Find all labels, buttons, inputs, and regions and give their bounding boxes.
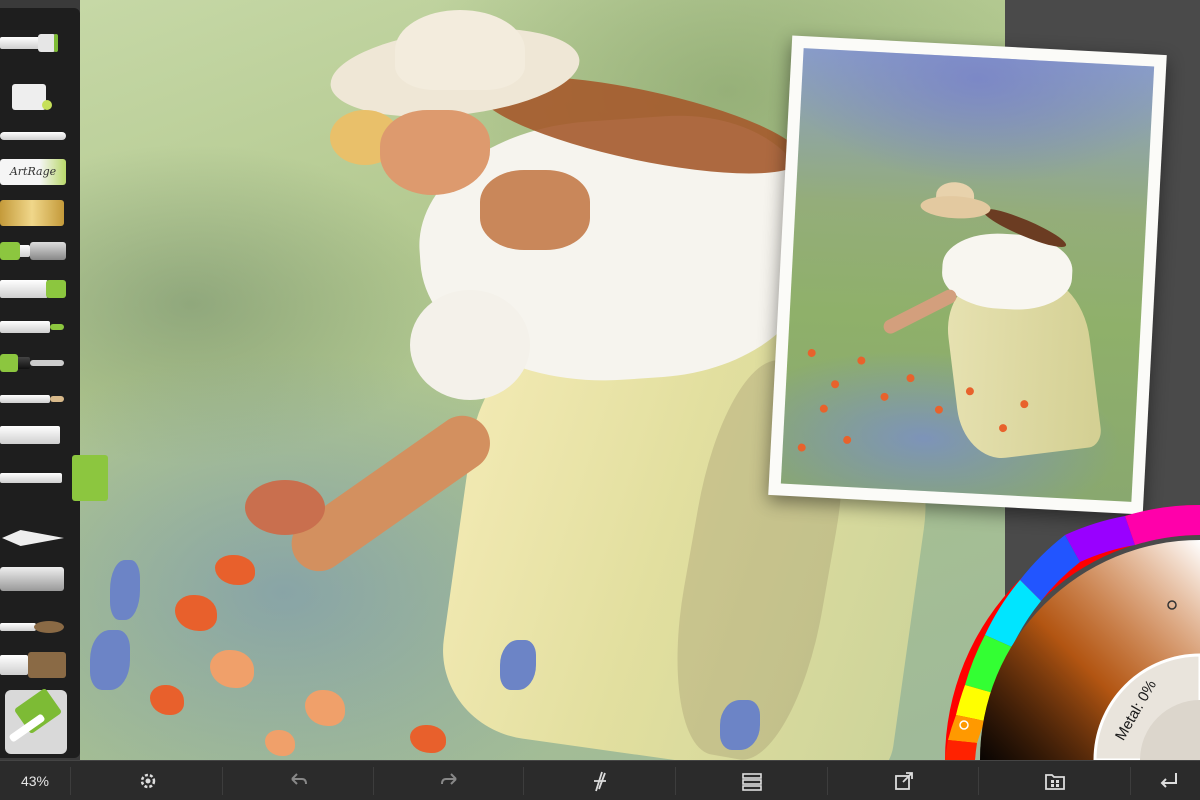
ink-pen-tool-icon[interactable] [0, 348, 72, 378]
flat-brush-tool-icon[interactable] [0, 650, 72, 680]
spray-gun-tool-icon[interactable] [0, 564, 72, 594]
zoom-level[interactable]: 43% [0, 773, 70, 789]
artrage-logo[interactable]: ArtRage [0, 155, 72, 185]
palette-knife-tool-icon[interactable] [0, 121, 72, 151]
reference-photo-content [780, 48, 1155, 502]
pencil-tool-icon[interactable] [0, 384, 72, 414]
gallery-icon[interactable] [1025, 761, 1085, 800]
current-color-swatch[interactable] [5, 687, 67, 754]
tool-settings-icon[interactable] [570, 761, 630, 800]
undo-icon[interactable] [268, 761, 328, 800]
redo-icon[interactable] [420, 761, 480, 800]
felt-pen-tool-icon[interactable] [0, 312, 72, 342]
roller-tool-icon[interactable] [0, 455, 110, 501]
paint-tube-tool-icon[interactable] [0, 274, 72, 304]
bottom-toolbar: 43% [0, 760, 1200, 800]
color-picker[interactable]: Metal: 0% [945, 504, 1200, 762]
reference-image[interactable] [768, 35, 1167, 515]
tool-rail: ArtRage [0, 8, 108, 758]
layers-icon[interactable] [722, 761, 782, 800]
paint-roller-tool-icon[interactable] [0, 28, 72, 58]
color-wheel[interactable] [945, 504, 1200, 762]
artrage-logo-text: ArtRage [0, 159, 66, 185]
back-return-icon[interactable] [1138, 761, 1198, 800]
chalk-tool-icon[interactable] [0, 420, 72, 450]
settings-gear-icon[interactable] [118, 761, 178, 800]
glitter-tube-tool-icon[interactable] [0, 198, 72, 228]
oil-brush-tool-icon[interactable] [0, 612, 72, 642]
airbrush-tool-icon[interactable] [0, 236, 72, 266]
share-export-icon[interactable] [874, 761, 934, 800]
eraser-tool-icon[interactable] [0, 523, 72, 553]
paint-bucket-tool-icon[interactable] [0, 78, 72, 110]
